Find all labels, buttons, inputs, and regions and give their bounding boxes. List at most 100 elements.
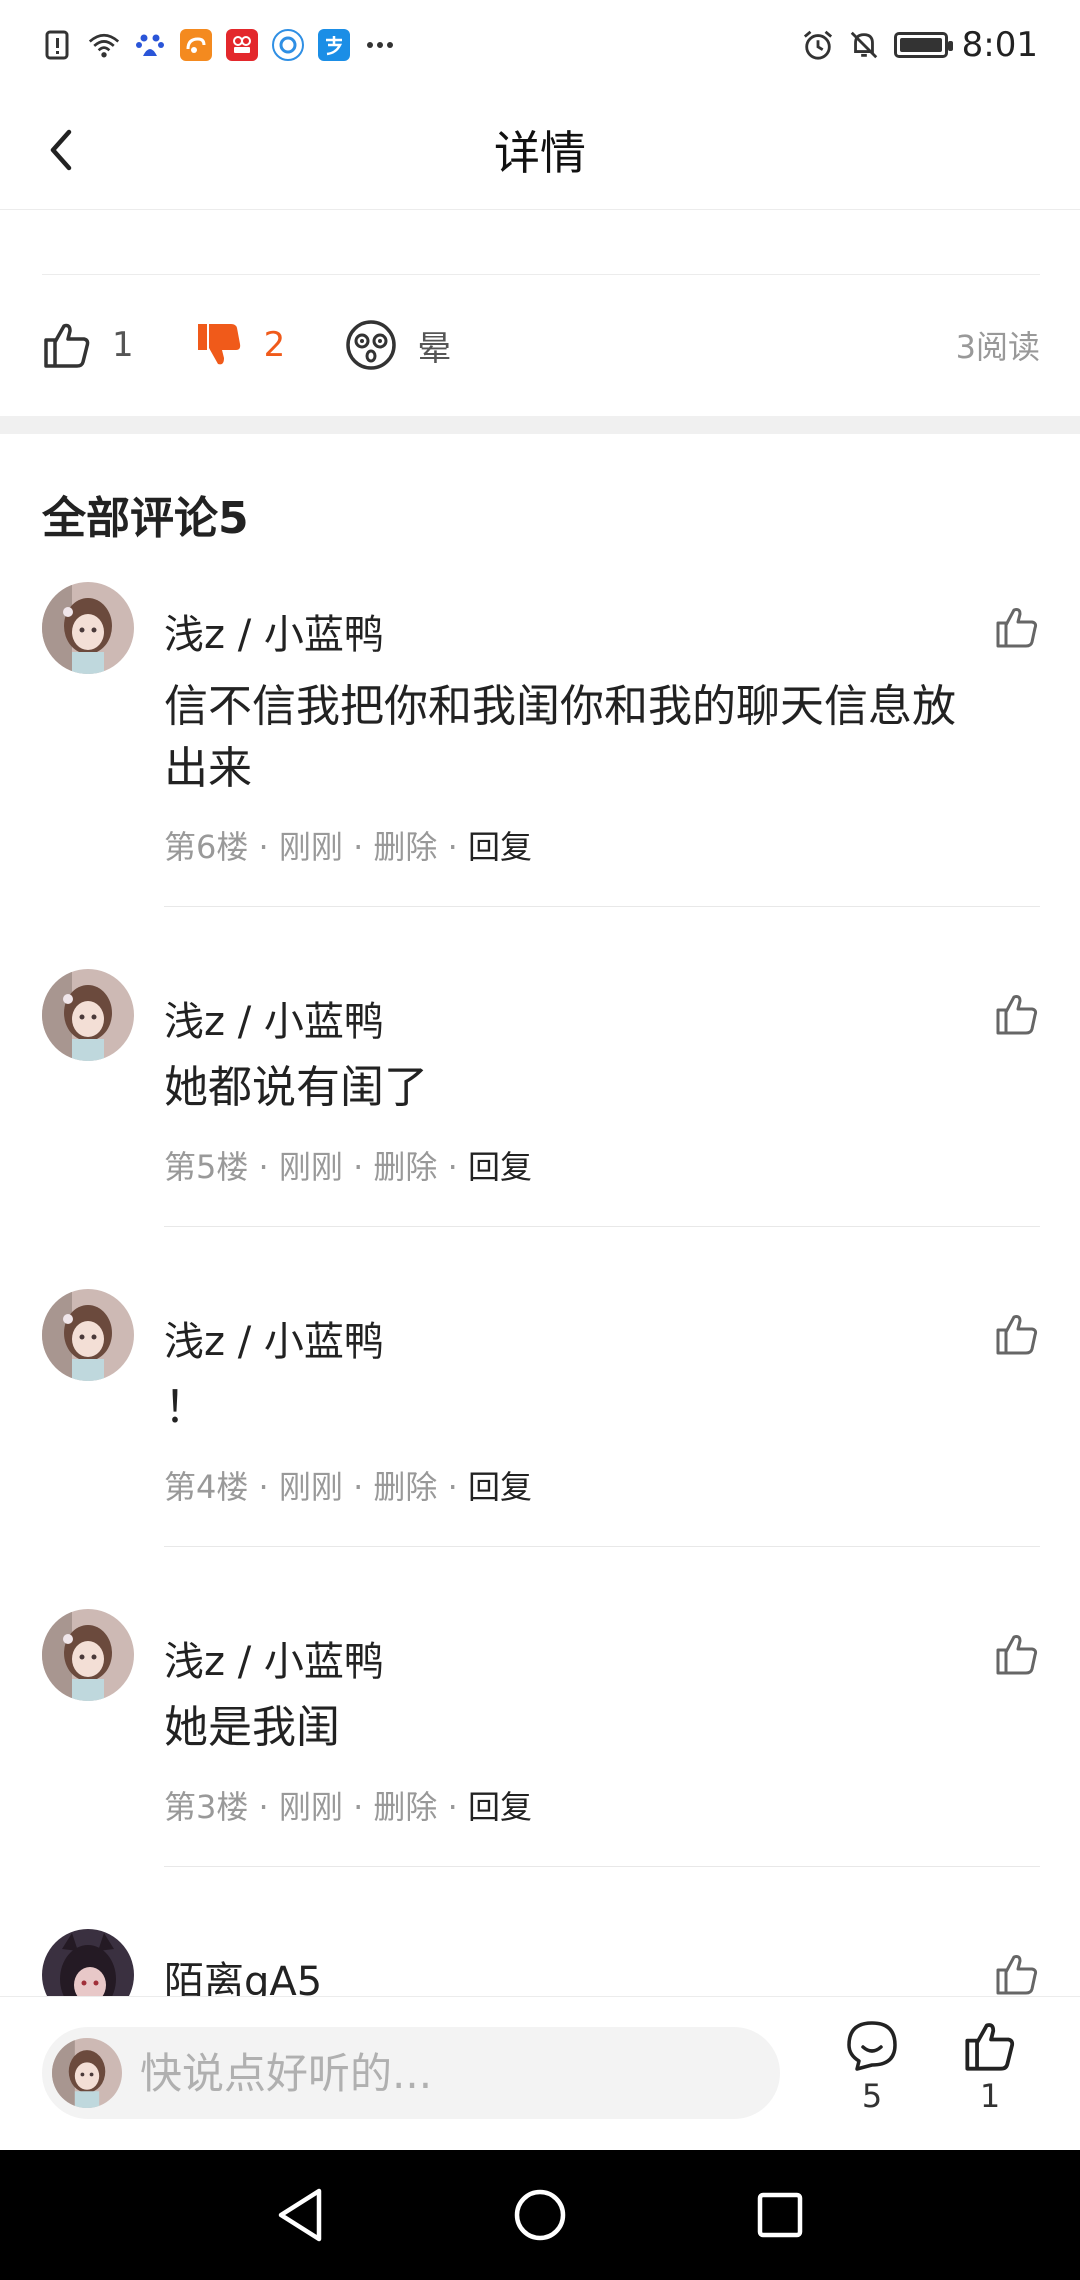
comment-text: 信不信我把你和我闺你和我的聊天信息放出来 — [164, 681, 956, 794]
comment-time: 刚刚 — [278, 1468, 343, 1506]
comment-meta: 第4楼 · 刚刚 · 删除 · 回复 — [164, 1462, 532, 1508]
thumbs-up-icon — [44, 323, 90, 368]
status-right-icons: 8:01 — [802, 25, 1038, 65]
dizzy-label: 晕 — [417, 328, 452, 369]
comment-time: 刚刚 — [278, 1148, 343, 1186]
comment-input-bar: 5 1 — [0, 1996, 1080, 2150]
meta-separator: · — [437, 1468, 468, 1506]
comment-text: ！ — [164, 1382, 208, 1433]
comment-time: 刚刚 — [278, 828, 343, 866]
reply-button[interactable]: 回复 — [468, 1788, 532, 1826]
nav-recents-button[interactable] — [745, 2180, 815, 2250]
baidu-icon — [134, 29, 166, 61]
like-count: 1 — [112, 325, 134, 365]
meta-separator: · — [248, 1468, 279, 1506]
divider — [42, 274, 1040, 275]
dizzy-reaction-button[interactable]: 晕 — [345, 319, 451, 371]
comment-input-container[interactable] — [42, 2027, 780, 2119]
comment-author[interactable]: 浅z / 小蓝鸭 — [164, 989, 384, 1047]
thumbs-up-icon[interactable] — [994, 1631, 1040, 1677]
comment-author[interactable]: 陌离gA5 — [164, 1949, 322, 1996]
dislike-count: 2 — [263, 325, 286, 365]
meta-separator: · — [437, 1148, 468, 1186]
delete-button[interactable]: 删除 — [373, 1148, 437, 1186]
comment-divider — [164, 1866, 1040, 1867]
status-left-icons — [42, 29, 396, 61]
alipay-icon — [318, 29, 350, 61]
meta-separator: · — [437, 1788, 468, 1826]
avatar[interactable] — [42, 1929, 134, 1996]
comment-floor: 第4楼 — [164, 1468, 249, 1506]
meta-separator: · — [248, 1788, 279, 1826]
mute-icon — [848, 29, 880, 61]
thumbs-up-icon[interactable] — [994, 604, 1040, 650]
comment-author[interactable]: 浅z / 小蓝鸭 — [164, 602, 384, 660]
comment-floor: 第3楼 — [164, 1788, 249, 1826]
triangle-back-icon — [278, 2188, 322, 2242]
status-bar: 8:01 — [0, 0, 1080, 90]
like-button[interactable]: 1 — [950, 2019, 1030, 2115]
recorder-icon — [226, 29, 258, 61]
more-dots-icon — [364, 29, 396, 61]
thumbs-up-icon[interactable] — [994, 991, 1040, 1037]
uc-browser-icon — [180, 29, 212, 61]
avatar[interactable] — [42, 1289, 134, 1381]
square-recents-icon — [757, 2192, 803, 2238]
meta-separator: · — [248, 1148, 279, 1186]
comment-divider — [164, 1226, 1040, 1227]
reaction-bar: 1 2 晕 3阅读 — [42, 300, 1040, 390]
comment-bubble-icon — [847, 2021, 897, 2071]
header: 详情 — [0, 90, 1080, 210]
thumbs-up-icon[interactable] — [994, 1311, 1040, 1357]
battery-icon — [893, 32, 953, 58]
meta-separator: · — [342, 828, 374, 866]
like-reaction-button[interactable]: 1 — [42, 320, 134, 370]
comment-floor: 第6楼 — [164, 828, 249, 866]
comment-meta: 第6楼 · 刚刚 · 删除 · 回复 — [164, 822, 532, 868]
comment-author[interactable]: 浅z / 小蓝鸭 — [164, 1309, 384, 1367]
circle-home-icon — [514, 2189, 566, 2241]
delete-button[interactable]: 删除 — [373, 828, 437, 866]
reply-button[interactable]: 回复 — [468, 828, 532, 866]
comment-meta: 第3楼 · 刚刚 · 删除 · 回复 — [164, 1782, 532, 1828]
comments-title: 全部评论5 — [42, 493, 249, 544]
comment-count: 5 — [861, 2077, 883, 2115]
status-time: 8:01 — [961, 25, 1038, 65]
comment-text: 她是我闺 — [164, 1702, 340, 1753]
reply-button[interactable]: 回复 — [468, 1468, 532, 1506]
thumbs-up-icon — [965, 2023, 1015, 2071]
meta-separator: · — [342, 1788, 374, 1826]
thumbs-up-icon[interactable] — [994, 1951, 1040, 1996]
alarm-icon — [802, 29, 834, 61]
comment-meta: 第5楼 · 刚刚 · 删除 · 回复 — [164, 1142, 532, 1188]
nav-back-button[interactable] — [265, 2180, 335, 2250]
back-button[interactable] — [30, 120, 90, 180]
comment-divider — [164, 1546, 1040, 1547]
comment-floor: 第5楼 — [164, 1148, 249, 1186]
comment-divider — [164, 906, 1040, 907]
dislike-reaction-button[interactable]: 2 — [194, 320, 286, 370]
like-count: 1 — [979, 2077, 1001, 2115]
meta-separator: · — [342, 1148, 374, 1186]
meta-separator: · — [437, 828, 468, 866]
nav-home-button[interactable] — [505, 2180, 575, 2250]
comments-button[interactable]: 5 — [832, 2019, 912, 2115]
avatar[interactable] — [42, 1609, 134, 1701]
avatar[interactable] — [42, 582, 134, 674]
reply-button[interactable]: 回复 — [468, 1148, 532, 1186]
comment-time: 刚刚 — [278, 1788, 343, 1826]
wifi-icon — [88, 29, 120, 61]
comment-input[interactable] — [140, 2048, 740, 2098]
delete-button[interactable]: 删除 — [373, 1468, 437, 1506]
alert-icon — [42, 29, 74, 61]
back-arrow-icon — [50, 129, 72, 171]
dizzy-face-icon — [346, 320, 397, 370]
page-title: 详情 — [494, 125, 586, 180]
avatar — [52, 2038, 122, 2108]
delete-button[interactable]: 删除 — [373, 1788, 437, 1826]
navigation-bar — [0, 2150, 1080, 2280]
comment-text: 她都说有闺了 — [164, 1062, 428, 1113]
comment-author[interactable]: 浅z / 小蓝鸭 — [164, 1629, 384, 1687]
avatar[interactable] — [42, 969, 134, 1061]
meta-separator: · — [342, 1468, 374, 1506]
